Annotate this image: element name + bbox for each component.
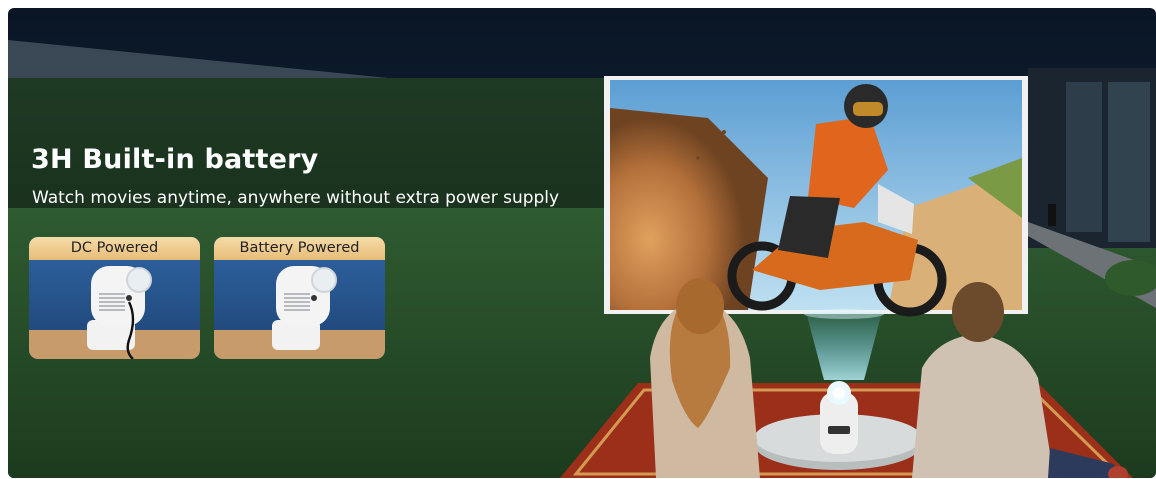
battery-powered-card: Battery Powered — [214, 237, 385, 359]
battery-powered-label: Battery Powered — [214, 237, 385, 260]
headline: 3H Built-in battery — [31, 144, 319, 175]
dc-powered-card: DC Powered — [29, 237, 200, 359]
dc-powered-label: DC Powered — [29, 237, 200, 260]
projector-cordless-image — [214, 260, 385, 359]
subheadline: Watch movies anytime, anywhere without e… — [32, 188, 560, 208]
projector-plugged-image — [29, 260, 200, 359]
promo-banner: 3H Built-in battery Watch movies anytime… — [8, 8, 1156, 478]
